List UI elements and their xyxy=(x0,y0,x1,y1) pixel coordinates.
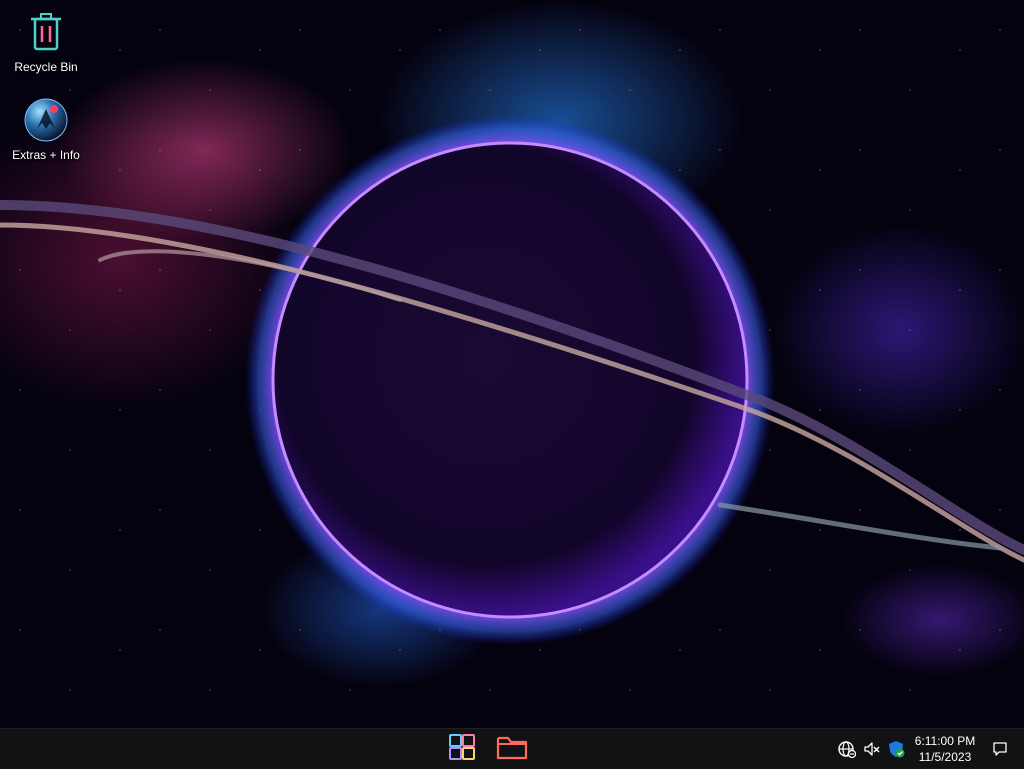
desktop[interactable]: Recycle Bin Extras + Info xyxy=(0,0,1024,728)
clock-date: 11/5/2023 xyxy=(918,750,972,764)
defender-shield-icon[interactable] xyxy=(886,739,906,759)
file-explorer-button[interactable] xyxy=(492,733,532,765)
notification-icon[interactable] xyxy=(990,739,1010,759)
desktop-icon-extras-info[interactable]: Extras + Info xyxy=(4,96,88,162)
clock-time: 6:11:00 PM xyxy=(914,734,976,748)
network-globe-icon[interactable] xyxy=(837,739,857,759)
start-button[interactable] xyxy=(442,733,482,765)
windows-start-icon xyxy=(449,733,475,765)
desktop-icon-label: Extras + Info xyxy=(12,148,80,162)
taskbar: 6:11:00 PM 11/5/2023 xyxy=(0,728,1024,769)
extras-info-icon xyxy=(22,96,70,144)
clock[interactable]: 6:11:00 PM 11/5/2023 xyxy=(906,732,984,766)
desktop-icon-label: Recycle Bin xyxy=(14,60,78,74)
wallpaper-planet xyxy=(0,115,1024,645)
recycle-bin-icon xyxy=(22,8,70,56)
desktop-icon-recycle-bin[interactable]: Recycle Bin xyxy=(4,8,88,74)
speaker-muted-icon[interactable] xyxy=(862,739,882,759)
folder-icon xyxy=(496,733,528,766)
